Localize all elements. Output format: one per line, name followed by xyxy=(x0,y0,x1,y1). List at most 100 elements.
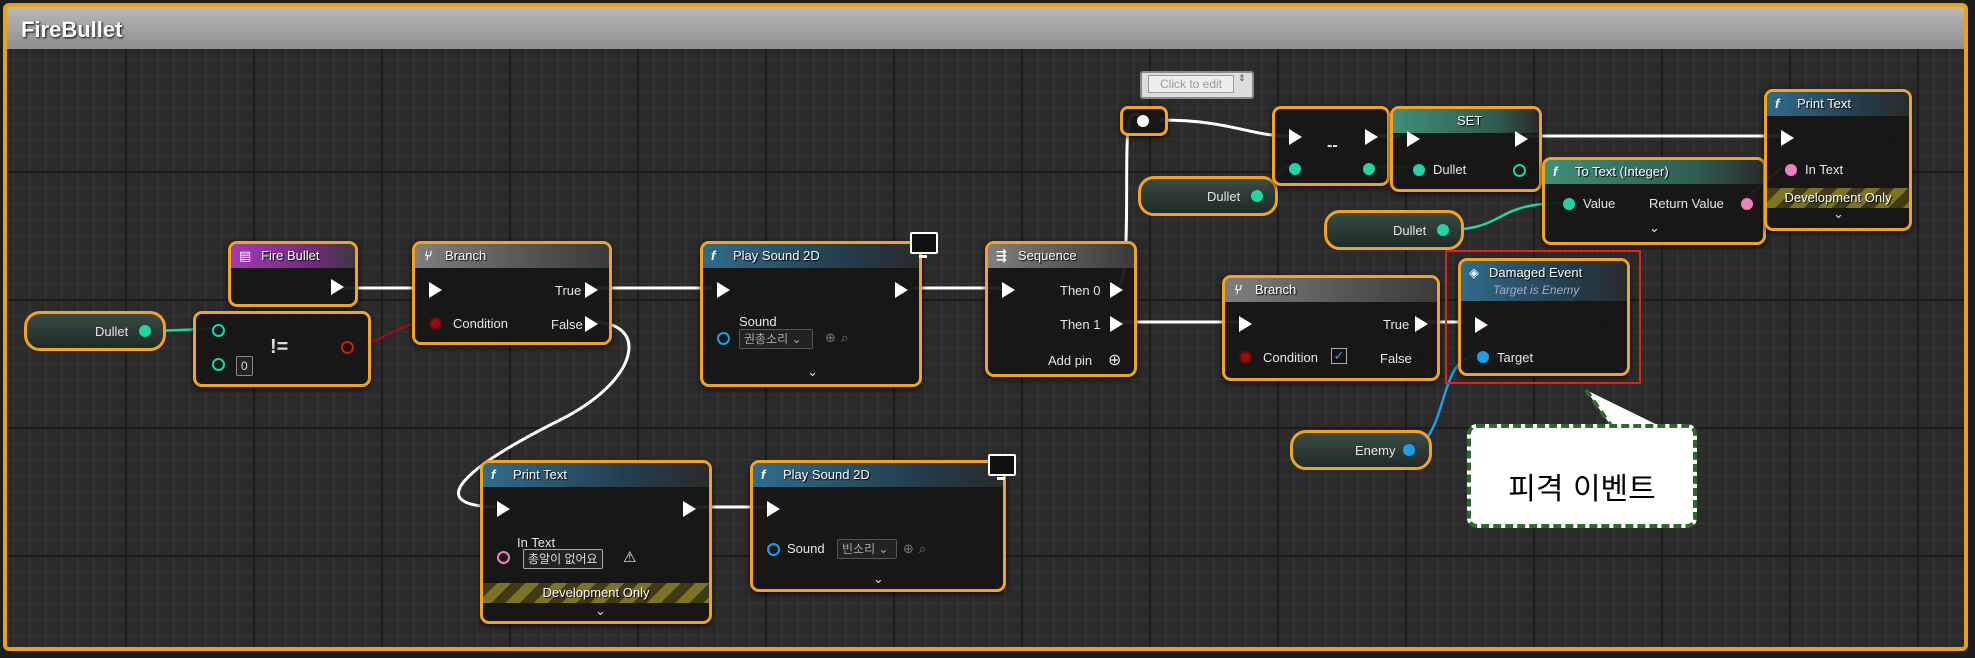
use-asset-icon[interactable]: ⊕ xyxy=(825,330,836,346)
set-variable-node[interactable]: SET Dullet xyxy=(1390,106,1542,192)
node-title: Branch xyxy=(445,248,487,263)
node-header: f Play Sound 2D xyxy=(703,244,919,268)
function-icon: f xyxy=(1775,96,1780,111)
dullet-getter[interactable]: Dullet xyxy=(1138,176,1278,216)
development-only-banner: Development Only xyxy=(1767,188,1909,208)
sequence-node[interactable]: ⇶ Sequence Then 0 Then 1 Add pin ⊕ xyxy=(985,241,1137,377)
browse-icon[interactable]: ⌕ xyxy=(919,541,926,557)
exec-input-pin[interactable] xyxy=(1239,316,1252,332)
exec-output-pin[interactable] xyxy=(979,501,992,517)
branch-node[interactable]: ⑂ Branch True Condition ✓ False xyxy=(1222,275,1440,381)
expand-chevron-icon[interactable]: ⌄ xyxy=(1649,220,1660,236)
exec-input-pin[interactable] xyxy=(429,282,442,298)
object-output-pin[interactable] xyxy=(1403,444,1415,456)
exec-output-pin[interactable] xyxy=(1885,130,1898,146)
true-exec-pin[interactable] xyxy=(1415,316,1428,332)
enemy-getter[interactable]: Enemy xyxy=(1290,430,1432,470)
exec-input-pin[interactable] xyxy=(1002,282,1015,298)
false-exec-pin[interactable] xyxy=(585,316,598,332)
not-equal-node[interactable]: 0 != xyxy=(193,311,371,387)
reroute-pin[interactable] xyxy=(1137,115,1149,127)
warning-icon: ⚠ xyxy=(623,549,637,566)
exec-output-pin[interactable] xyxy=(1515,131,1528,147)
variable-label: Dullet xyxy=(95,324,129,339)
value-field[interactable]: 0 xyxy=(236,356,253,376)
expand-chevron-icon[interactable]: ⌄ xyxy=(595,603,606,619)
variable-label: Dullet xyxy=(1207,189,1241,204)
play-sound-2d-node[interactable]: f Play Sound 2D Sound 권총소리 ⌄ ⊕ ⌕ ⌄ xyxy=(700,241,922,387)
false-label: False xyxy=(551,317,583,332)
int-output-pin[interactable] xyxy=(1363,163,1375,175)
true-exec-pin[interactable] xyxy=(585,282,598,298)
print-text-node[interactable]: f Print Text In Text 총알이 없어요 ⚠ Developme… xyxy=(480,460,712,624)
annotation-callout: 피격 이벤트 xyxy=(1467,424,1697,528)
add-pin-icon[interactable]: ⊕ xyxy=(1108,350,1121,370)
function-icon: f xyxy=(1553,164,1558,179)
then-1-exec-pin[interactable] xyxy=(1110,316,1123,332)
function-icon: f xyxy=(711,248,716,263)
exec-input-pin[interactable] xyxy=(1289,129,1302,145)
dullet-getter[interactable]: Dullet xyxy=(24,311,166,351)
condition-label: Condition xyxy=(453,316,508,331)
in-text-field[interactable]: 총알이 없어요 xyxy=(523,549,603,569)
fire-bullet-node[interactable]: ▤ Fire Bullet xyxy=(228,241,358,307)
use-asset-icon[interactable]: ⊕ xyxy=(903,541,914,557)
reroute-node[interactable] xyxy=(1120,106,1168,136)
expand-chevron-icon[interactable]: ⌄ xyxy=(807,364,818,380)
int-input-pin[interactable] xyxy=(1563,198,1575,210)
exec-output-pin[interactable] xyxy=(683,501,696,517)
int-input-pin[interactable] xyxy=(1413,164,1425,176)
object-input-pin[interactable] xyxy=(767,543,780,556)
object-input-pin[interactable] xyxy=(717,332,730,345)
expand-chevron-icon[interactable]: ⌄ xyxy=(873,571,884,587)
comment-edit-bubble[interactable]: Click to edit ⇕ xyxy=(1140,71,1254,99)
click-to-edit-label[interactable]: Click to edit xyxy=(1148,75,1234,93)
expand-chevron-icon[interactable]: ⌄ xyxy=(1833,206,1844,222)
exec-input-pin[interactable] xyxy=(717,282,730,298)
int-input-pin[interactable] xyxy=(212,358,225,371)
text-input-pin[interactable] xyxy=(497,551,510,564)
branch-node[interactable]: ⑂ Branch True Condition False xyxy=(412,241,612,345)
exec-output-pin[interactable] xyxy=(331,279,344,295)
then-0-label: Then 0 xyxy=(1060,283,1101,298)
bool-input-pin[interactable] xyxy=(1239,351,1252,364)
add-pin-label[interactable]: Add pin xyxy=(1048,353,1092,368)
value-label: Value xyxy=(1583,196,1616,211)
exec-output-pin[interactable] xyxy=(895,282,908,298)
exec-output-pin[interactable] xyxy=(1365,129,1378,145)
then-0-exec-pin[interactable] xyxy=(1110,282,1123,298)
false-label: False xyxy=(1380,351,1412,366)
text-input-pin[interactable] xyxy=(1785,164,1797,176)
node-title: Play Sound 2D xyxy=(783,467,870,482)
node-title: Branch xyxy=(1255,282,1297,297)
true-label: True xyxy=(555,283,582,298)
int-output-pin[interactable] xyxy=(1251,190,1263,202)
exec-input-pin[interactable] xyxy=(497,501,510,517)
play-sound-2d-node[interactable]: f Play Sound 2D Sound 빈소리 ⌄ ⊕ ⌕ ⌄ xyxy=(750,460,1006,592)
int-output-pin[interactable] xyxy=(139,325,151,337)
exec-input-pin[interactable] xyxy=(767,501,780,517)
pin-toggle-icon[interactable]: ⇕ xyxy=(1238,73,1246,84)
bool-output-pin[interactable] xyxy=(341,341,354,354)
annotation-text: 피격 이벤트 xyxy=(1508,472,1656,507)
bool-input-pin[interactable] xyxy=(429,317,442,330)
browse-icon[interactable]: ⌕ xyxy=(841,330,848,346)
int-input-pin[interactable] xyxy=(1289,163,1301,175)
exec-input-pin[interactable] xyxy=(1781,130,1794,146)
decrement-node[interactable]: -- xyxy=(1272,106,1390,186)
text-output-pin[interactable] xyxy=(1741,198,1753,210)
sound-asset-dropdown[interactable]: 빈소리 ⌄ xyxy=(837,539,897,559)
to-text-integer-node[interactable]: f To Text (Integer) Value Return Value ⌄ xyxy=(1542,157,1766,245)
int-output-pin[interactable] xyxy=(1513,164,1526,177)
print-text-node[interactable]: f Print Text In Text Development Only ⌄ xyxy=(1764,89,1912,231)
int-input-pin[interactable] xyxy=(212,324,225,337)
false-exec-pin[interactable] xyxy=(1415,350,1428,366)
dullet-getter[interactable]: Dullet xyxy=(1324,210,1464,250)
sound-asset-dropdown[interactable]: 권총소리 ⌄ xyxy=(739,329,813,349)
client-only-monitor-icon xyxy=(910,232,938,258)
true-label: True xyxy=(1383,317,1410,332)
sound-label: Sound xyxy=(739,314,777,329)
exec-input-pin[interactable] xyxy=(1407,131,1420,147)
condition-checkbox[interactable]: ✓ xyxy=(1331,348,1347,364)
int-output-pin[interactable] xyxy=(1437,224,1449,236)
